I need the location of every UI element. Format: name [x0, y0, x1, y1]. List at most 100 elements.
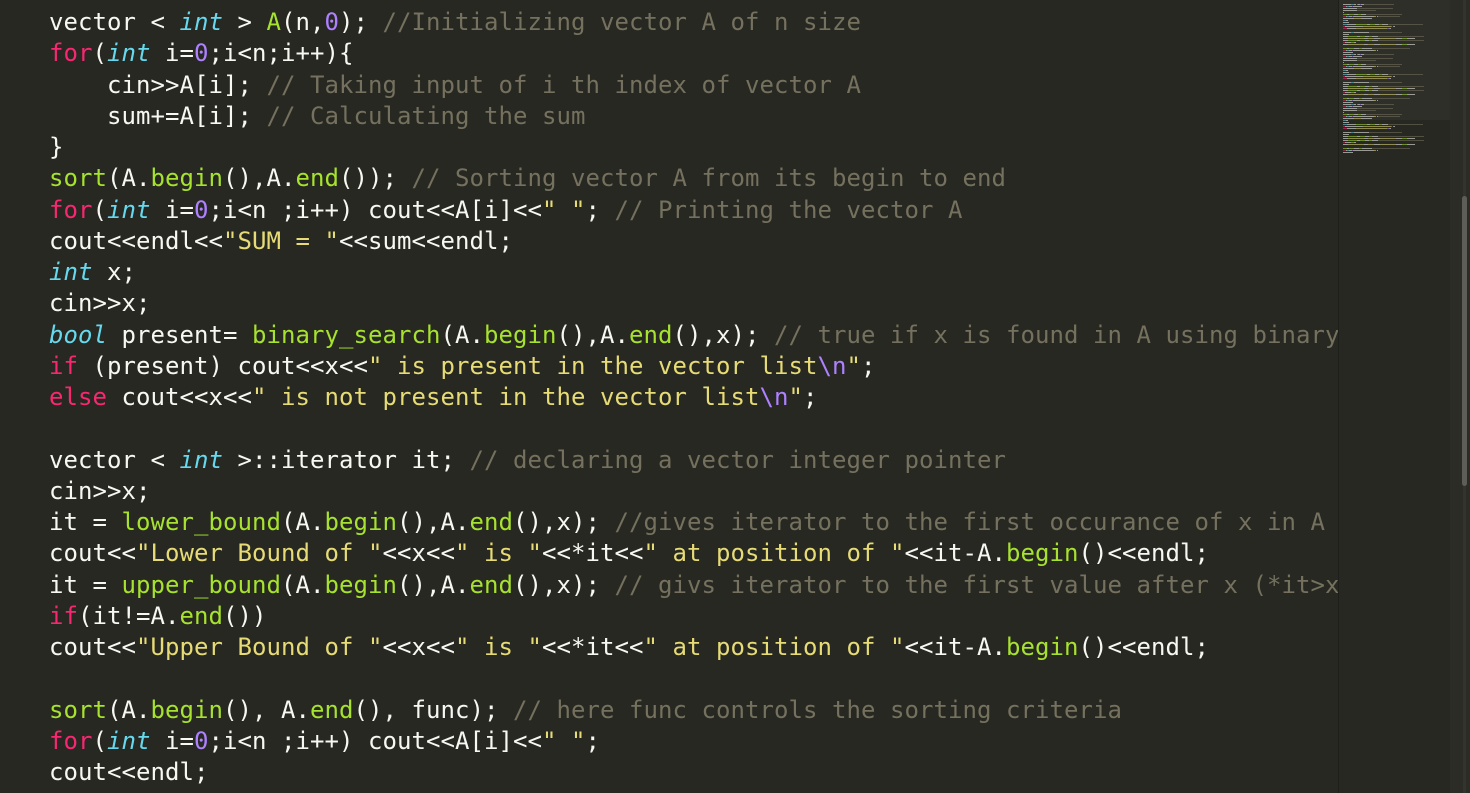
minimap-stroke	[1406, 44, 1415, 45]
minimap-stroke	[1353, 16, 1374, 17]
function-token: A	[266, 8, 281, 36]
code-editor[interactable]: vector < int > A(n,0); //Initializing ve…	[0, 0, 1338, 793]
comment-token: // Taking input of i th index of vector …	[266, 70, 861, 99]
minimap-stroke	[1343, 68, 1354, 69]
code-text: >::iterator it;	[223, 445, 470, 474]
minimap-stroke	[1353, 150, 1374, 151]
code-text: <<x<<	[382, 633, 455, 661]
minimap-stroke	[1355, 128, 1388, 129]
minimap-stroke	[1348, 94, 1364, 95]
function-token: begin	[150, 164, 223, 193]
code-line: for(int i=0;i<n;i++){	[49, 38, 1338, 69]
minimap-stroke	[1353, 66, 1374, 67]
function-token: begin	[484, 320, 557, 349]
code-text: cin>>x;	[49, 289, 151, 318]
minimap-stroke	[1363, 104, 1394, 105]
minimap-stroke	[1346, 74, 1356, 75]
minimap-stroke	[1361, 68, 1372, 69]
minimap-stroke	[1353, 82, 1370, 83]
minimap-stroke	[1378, 116, 1400, 117]
comment-token: // Sorting vector A from its begin to en…	[411, 164, 1006, 193]
code-line: cout<<endl;	[49, 757, 1338, 788]
minimap-stroke	[1343, 108, 1357, 109]
minimap-stroke	[1343, 110, 1357, 111]
minimap-stroke	[1347, 90, 1358, 91]
code-text: cout<<x<<	[107, 383, 252, 411]
string-token: "Upper Bound of "	[136, 633, 383, 661]
code-line: vector < int >::iterator it; // declarin…	[49, 445, 1338, 476]
code-text: (it!=A.	[78, 601, 180, 630]
type-token: bool	[49, 320, 107, 349]
minimap-stroke	[1343, 4, 1352, 5]
vertical-scrollbar[interactable]	[1450, 0, 1470, 793]
number-token: 0	[324, 8, 339, 36]
code-text: (),A.	[223, 164, 296, 193]
function-token: begin	[1006, 539, 1079, 568]
minimap-stroke	[1347, 140, 1358, 141]
code-text: <<*it<<	[542, 539, 644, 568]
minimap-stroke	[1353, 56, 1363, 57]
minimap-stroke	[1353, 106, 1363, 107]
code-line: cin>>x;	[49, 476, 1338, 507]
code-text: ()<<endl;	[1078, 539, 1209, 568]
minimap-stroke	[1347, 40, 1358, 41]
minimap-stroke	[1356, 8, 1394, 9]
string-token: " "	[541, 195, 586, 224]
keyword-token: for	[49, 39, 93, 68]
code-text: (	[92, 726, 107, 755]
code-text: (),x);	[513, 508, 615, 536]
minimap-stroke	[1347, 136, 1358, 137]
code-line: cin>>x;	[49, 288, 1338, 319]
minimap[interactable]	[1338, 0, 1451, 793]
minimap-stroke	[1346, 24, 1356, 25]
minimap-stroke	[1356, 60, 1377, 61]
minimap-stroke	[1371, 148, 1410, 149]
string-token: " is "	[455, 539, 542, 568]
code-line: if(it!=A.end())	[49, 601, 1338, 632]
comment-token: // Printing the vector A	[614, 195, 963, 224]
minimap-stroke	[1343, 32, 1352, 33]
string-token: "SUM = "	[223, 226, 339, 255]
code-line: it = upper_bound(A.begin(),A.end(),x); /…	[49, 570, 1338, 601]
code-text: >	[223, 8, 267, 36]
code-line: }	[49, 132, 1338, 163]
minimap-stroke	[1361, 48, 1372, 49]
code-text: (), func);	[353, 695, 513, 724]
minimap-stroke	[1379, 88, 1397, 89]
string-token: " at position of "	[643, 539, 905, 568]
minimap-stroke	[1406, 138, 1415, 139]
type-token: int	[179, 445, 223, 474]
escape-token: \n	[817, 351, 847, 380]
minimap-stroke	[1388, 24, 1424, 25]
code-text: cout<<endl<<	[49, 226, 223, 255]
minimap-stroke	[1353, 100, 1374, 101]
code-line: if (present) cout<<x<<" is present in th…	[49, 351, 1338, 382]
minimap-stroke	[1355, 28, 1388, 29]
minimap-stroke	[1356, 10, 1377, 11]
code-line: bool present= binary_search(A.begin(),A.…	[49, 320, 1338, 351]
minimap-stroke	[1356, 108, 1394, 109]
code-text: i=	[150, 39, 194, 68]
code-text: (	[92, 39, 107, 68]
minimap-stroke	[1378, 136, 1424, 137]
code-text: ())	[223, 601, 267, 630]
minimap-stroke	[1343, 12, 1344, 13]
code-text: i=	[150, 195, 194, 224]
minimap-stroke	[1362, 76, 1391, 77]
code-text: ;	[860, 351, 876, 380]
function-token: begin	[324, 508, 397, 536]
code-lines: vector < int > A(n,0); //Initializing ve…	[49, 7, 1338, 788]
string-token: "	[788, 383, 803, 411]
minimap-stroke	[1343, 58, 1357, 59]
function-token: binary_search	[252, 320, 441, 349]
scrollbar-thumb[interactable]	[1462, 196, 1467, 486]
code-line: cout<<"Lower Bound of "<<x<<" is "<<*it<…	[49, 538, 1338, 569]
code-text: cin>>A[i];	[49, 70, 267, 99]
code-line: cout<<"Upper Bound of "<<x<<" is "<<*it<…	[49, 632, 1338, 663]
minimap-stroke	[1344, 76, 1363, 77]
minimap-stroke	[1343, 82, 1352, 83]
minimap-stroke	[1361, 98, 1372, 99]
minimap-stroke	[1369, 32, 1403, 33]
code-line: for(int i=0;i<n ;i++) cout<<A[i]<<" "; /…	[49, 195, 1338, 226]
minimap-stroke	[1353, 50, 1374, 51]
